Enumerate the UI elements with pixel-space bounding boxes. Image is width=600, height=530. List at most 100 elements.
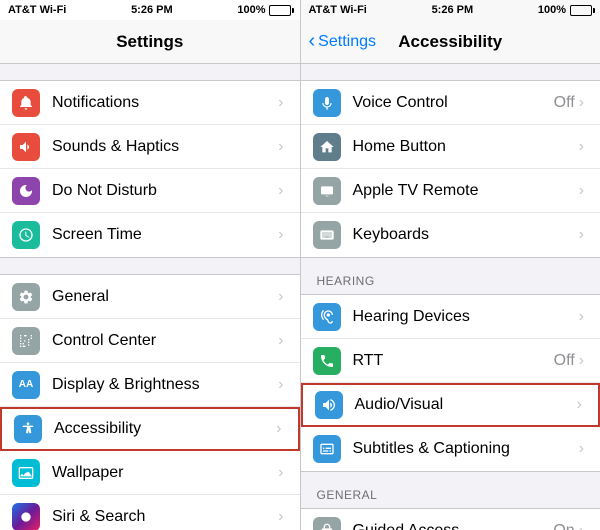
row-guided-access[interactable]: Guided Access On › [301, 509, 600, 530]
left-spacer [0, 258, 300, 274]
wallpaper-chevron: › [278, 465, 283, 481]
screen-time-label: Screen Time [52, 226, 278, 244]
general-access-header: GENERAL [301, 472, 600, 508]
right-battery-icon [570, 5, 592, 16]
accessibility-chevron: › [276, 421, 281, 437]
right-battery-pct: 100% [538, 4, 566, 16]
right-settings-list: Voice Control Off › Home Button › Apple … [301, 64, 600, 530]
row-wallpaper[interactable]: Wallpaper › [0, 451, 300, 495]
row-audio-visual[interactable]: Audio/Visual › [301, 383, 600, 427]
back-button[interactable]: ‹ Settings [309, 32, 376, 51]
row-notifications[interactable]: Notifications › [0, 81, 300, 125]
sounds-icon [12, 133, 40, 161]
row-keyboards[interactable]: Keyboards › [301, 213, 600, 257]
notifications-icon [12, 89, 40, 117]
rtt-label: RTT [353, 352, 554, 370]
accessibility-label: Accessibility [54, 420, 276, 438]
subtitles-chevron: › [579, 441, 584, 457]
display-label: Display & Brightness [52, 376, 278, 394]
left-group-2: General › Control Center › AA Display & … [0, 274, 300, 530]
apple-tv-icon [313, 177, 341, 205]
left-settings-list: Notifications › Sounds & Haptics › Do No… [0, 64, 300, 530]
row-dnd[interactable]: Do Not Disturb › [0, 169, 300, 213]
control-center-chevron: › [278, 333, 283, 349]
left-nav-bar: Settings [0, 20, 300, 64]
keyboards-chevron: › [579, 227, 584, 243]
dnd-icon [12, 177, 40, 205]
screen-time-icon [12, 221, 40, 249]
right-general-section: Guided Access On › Siri › Accessibility … [301, 508, 600, 530]
row-voice-control[interactable]: Voice Control Off › [301, 81, 600, 125]
voice-control-value: Off [554, 94, 575, 112]
notifications-label: Notifications [52, 94, 278, 112]
right-status-bar: AT&T Wi-Fi 5:26 PM 100% [301, 0, 600, 20]
sounds-chevron: › [278, 139, 283, 155]
control-center-label: Control Center [52, 332, 278, 350]
home-button-label: Home Button [353, 138, 579, 156]
hearing-header: HEARING [301, 258, 600, 294]
left-group-1: Notifications › Sounds & Haptics › Do No… [0, 80, 300, 258]
home-button-icon [313, 133, 341, 161]
notifications-chevron: › [278, 95, 283, 111]
left-nav-title: Settings [116, 32, 183, 52]
audio-visual-label: Audio/Visual [355, 396, 577, 414]
rtt-value: Off [554, 352, 575, 370]
voice-control-label: Voice Control [353, 94, 554, 112]
row-apple-tv[interactable]: Apple TV Remote › [301, 169, 600, 213]
row-general[interactable]: General › [0, 275, 300, 319]
keyboards-label: Keyboards [353, 226, 579, 244]
control-center-icon [12, 327, 40, 355]
left-panel: AT&T Wi-Fi 5:26 PM 100% Settings Notific… [0, 0, 300, 530]
left-status-bar: AT&T Wi-Fi 5:26 PM 100% [0, 0, 300, 20]
home-button-chevron: › [579, 139, 584, 155]
back-label: Settings [318, 33, 376, 51]
right-group-1: Voice Control Off › Home Button › Apple … [301, 80, 600, 258]
accessibility-icon [14, 415, 42, 443]
siri-chevron: › [278, 509, 283, 525]
rtt-icon [313, 347, 341, 375]
general-chevron: › [278, 289, 283, 305]
rtt-chevron: › [579, 353, 584, 369]
guided-access-value: On [553, 522, 574, 530]
apple-tv-label: Apple TV Remote [353, 182, 579, 200]
left-battery-icon [269, 5, 291, 16]
row-siri-search[interactable]: Siri & Search › [0, 495, 300, 530]
row-accessibility[interactable]: Accessibility › [0, 407, 300, 451]
subtitles-icon [313, 435, 341, 463]
guided-access-icon [313, 517, 341, 530]
left-carrier: AT&T Wi-Fi [8, 4, 66, 16]
row-sounds[interactable]: Sounds & Haptics › [0, 125, 300, 169]
row-control-center[interactable]: Control Center › [0, 319, 300, 363]
apple-tv-chevron: › [579, 183, 584, 199]
display-chevron: › [278, 377, 283, 393]
general-label: General [52, 288, 278, 306]
sounds-label: Sounds & Haptics [52, 138, 278, 156]
left-battery-pct: 100% [237, 4, 265, 16]
general-icon [12, 283, 40, 311]
back-chevron-icon: ‹ [309, 31, 316, 51]
screen-time-chevron: › [278, 227, 283, 243]
wallpaper-icon [12, 459, 40, 487]
right-hearing-section: Hearing Devices › RTT Off › Audio/Visual [301, 294, 600, 472]
voice-control-chevron: › [579, 95, 584, 111]
wallpaper-label: Wallpaper [52, 464, 278, 482]
right-nav-title: Accessibility [398, 32, 502, 52]
hearing-devices-icon [313, 303, 341, 331]
row-display[interactable]: AA Display & Brightness › [0, 363, 300, 407]
hearing-devices-label: Hearing Devices [353, 308, 579, 326]
row-subtitles[interactable]: Subtitles & Captioning › [301, 427, 600, 471]
row-rtt[interactable]: RTT Off › [301, 339, 600, 383]
row-home-button[interactable]: Home Button › [301, 125, 600, 169]
audio-visual-chevron: › [577, 397, 582, 413]
row-hearing-devices[interactable]: Hearing Devices › [301, 295, 600, 339]
right-status-right: 100% [538, 4, 592, 16]
audio-visual-icon [315, 391, 343, 419]
right-nav-bar: ‹ Settings Accessibility [301, 20, 600, 64]
keyboards-icon [313, 221, 341, 249]
guided-access-chevron: › [579, 523, 584, 530]
right-group-hearing: HEARING Hearing Devices › RTT Off › [301, 258, 600, 472]
display-icon: AA [12, 371, 40, 399]
right-group-general: GENERAL Guided Access On › Siri › [301, 472, 600, 530]
row-screen-time[interactable]: Screen Time › [0, 213, 300, 257]
dnd-chevron: › [278, 183, 283, 199]
